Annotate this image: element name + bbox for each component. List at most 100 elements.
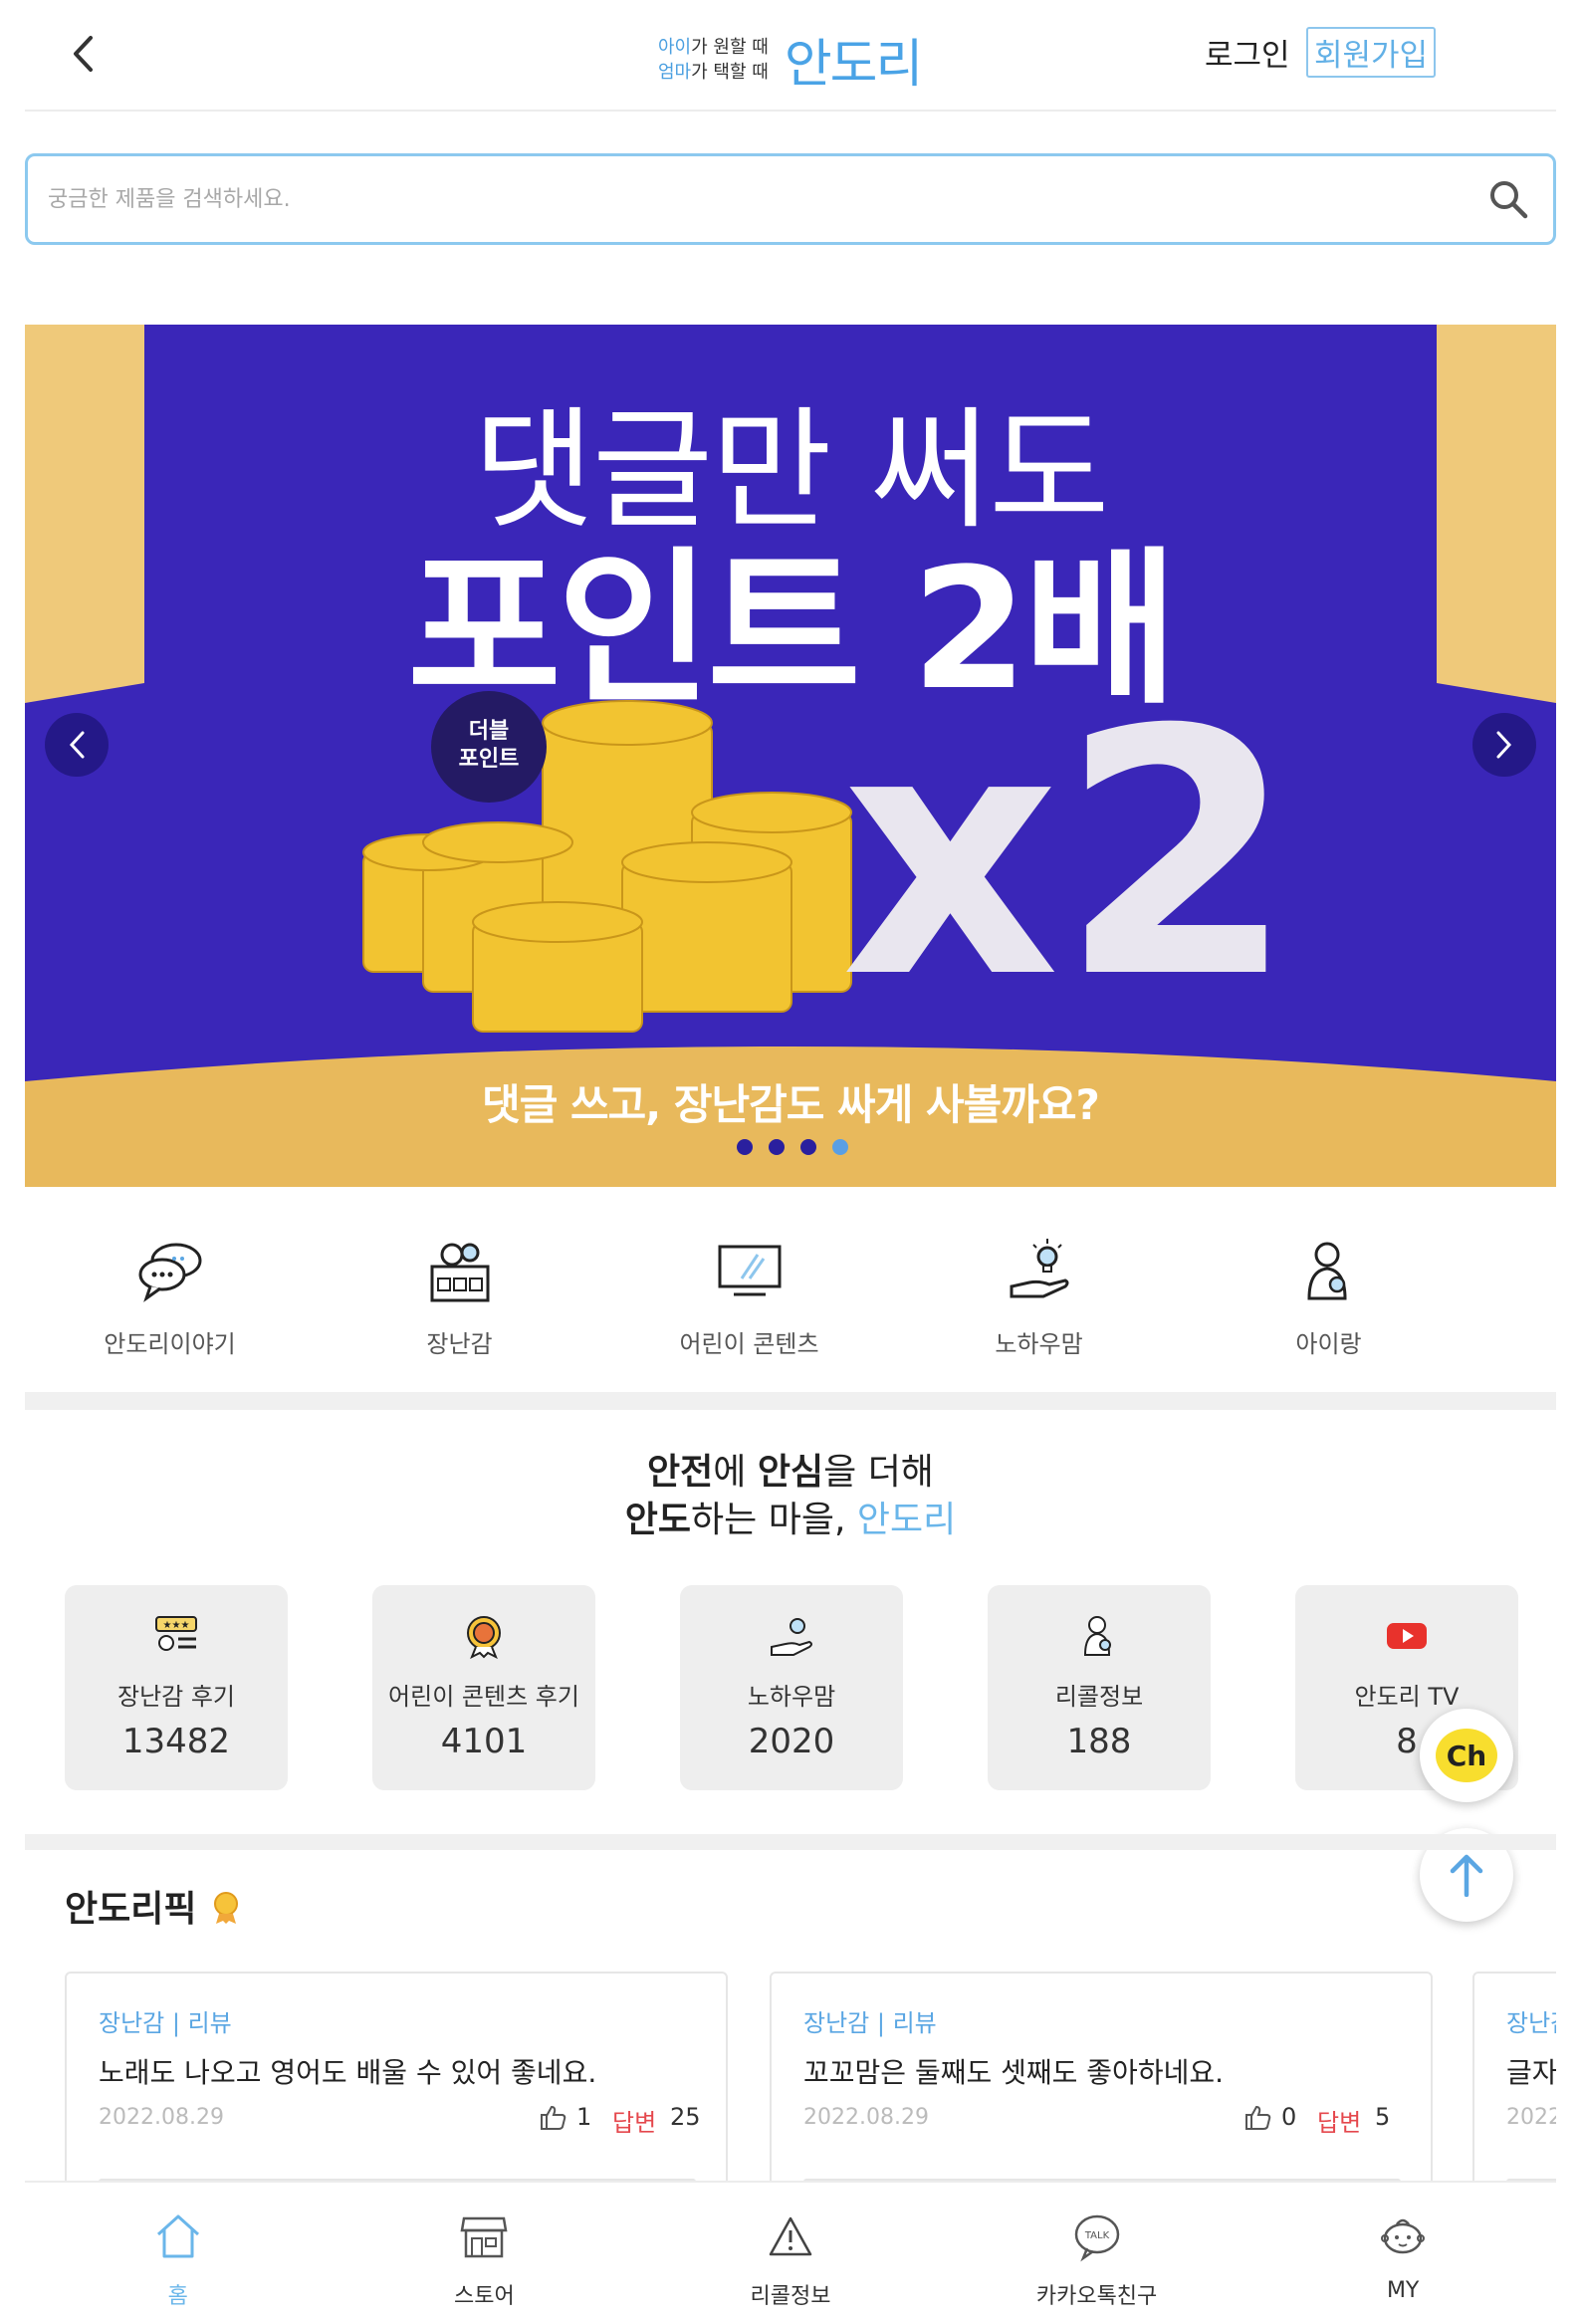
picks-title-text: 안도리픽	[65, 1889, 197, 1930]
login-link[interactable]: 로그인	[1205, 30, 1290, 75]
arrow-up-icon	[1450, 1854, 1483, 1897]
store-icon	[460, 2216, 508, 2258]
tagline-accent: 안도리	[856, 1500, 957, 1540]
tagline-bold: 안심	[757, 1452, 824, 1493]
bottom-navigation: 홈 스토어 리콜정보 TALK 카카오톡친구 MY	[25, 2181, 1556, 2324]
nav-kakao-friend[interactable]: TALK 카카오톡친구	[944, 2183, 1250, 2324]
back-button[interactable]	[63, 30, 103, 78]
quick-menu-andori-story[interactable]: 안도리이야기	[25, 1235, 315, 1364]
kakao-channel-button[interactable]: Ch	[1420, 1709, 1513, 1802]
search-bar	[25, 153, 1556, 245]
nav-label: 리콜정보	[750, 2284, 831, 2309]
banner-badge-line: 포인트	[458, 747, 520, 772]
section-divider	[25, 1392, 1556, 1410]
chat-bubbles-icon	[138, 1243, 201, 1302]
pagination-dot[interactable]	[800, 1139, 816, 1155]
signup-button[interactable]: 회원가입	[1306, 27, 1437, 78]
award-icon	[214, 1892, 239, 1924]
logo-tagline: 아이가 원할 때 엄마가 택할 때	[658, 35, 769, 85]
nav-my[interactable]: MY	[1249, 2183, 1556, 2324]
nav-label: 스토어	[454, 2284, 515, 2309]
toy-box-icon	[430, 1243, 489, 1302]
logo-tag-text: 가 원할 때	[691, 36, 769, 58]
tagline-text: 을 더해	[823, 1452, 934, 1493]
stat-label: 노하우맘	[747, 1683, 836, 1711]
tagline-bold: 안전	[647, 1452, 714, 1493]
review-stars-icon: ★★★	[155, 1616, 197, 1651]
home-icon	[156, 2214, 199, 2258]
nav-label: MY	[1386, 2278, 1420, 2303]
quick-menu-toys[interactable]: 장난감	[315, 1235, 604, 1364]
quick-menu-with-kids[interactable]: 아이랑	[1184, 1235, 1473, 1364]
card-like-count: 1	[576, 2103, 592, 2131]
pick-card[interactable]: 장난감 | 리뷰 꼬꼬맘은 둘째도 셋째도 좋아하네요. 2022.08.29 …	[770, 1972, 1433, 2181]
card-reply-label: 답변	[1317, 2109, 1362, 2137]
card-title: 노래도 나오고 영어도 배울 수 있어 좋네요.	[99, 2056, 597, 2089]
banner-prev-button[interactable]	[45, 713, 109, 777]
quick-menu: 안도리이야기 장난감 어린이 콘텐츠 노하우맘 아이랑	[25, 1235, 1556, 1364]
card-category: 장난감 | 리뷰	[803, 2009, 937, 2037]
logo-tag-accent: 아이	[658, 36, 692, 58]
quick-menu-label: 장난감	[426, 1330, 493, 1358]
picks-section-title: 안도리픽	[65, 1880, 246, 1932]
logo-tag-accent: 엄마	[658, 61, 692, 83]
thumbs-up-icon	[541, 2105, 566, 2130]
card-title: 꼬꼬맘은 둘째도 셋째도 좋아하네요.	[803, 2056, 1225, 2089]
card-date: 2022	[1506, 2105, 1556, 2130]
promo-banner[interactable]: x2 댓글만 써도 포인트 2배 더블 포인트 댓글 쓰고, 장난감도 싸게 사…	[25, 325, 1556, 1187]
stat-count: 188	[1066, 1722, 1132, 1761]
banner-next-button[interactable]	[1472, 713, 1536, 777]
banner-badge: 더블 포인트	[431, 691, 547, 803]
pick-card[interactable]: 장난감 글자 2022	[1472, 1972, 1556, 2181]
nav-home[interactable]: 홈	[25, 2183, 332, 2324]
quick-menu-label: 어린이 콘텐츠	[679, 1330, 819, 1358]
stat-knowhow-mom[interactable]: 노하우맘 2020	[680, 1585, 903, 1790]
card-category: 장난감	[1506, 2009, 1556, 2037]
quick-menu-label: 노하우맘	[995, 1330, 1083, 1358]
card-date: 2022.08.29	[803, 2105, 929, 2130]
thumbs-up-icon	[1245, 2105, 1271, 2130]
section-divider	[25, 1834, 1556, 1850]
nav-store[interactable]: 스토어	[332, 2183, 638, 2324]
nav-label: 홈	[167, 2284, 188, 2309]
pick-card[interactable]: 장난감 | 리뷰 노래도 나오고 영어도 배울 수 있어 좋네요. 2022.0…	[65, 1972, 728, 2181]
hand-lightbulb-icon	[771, 1618, 812, 1656]
svg-text:★★★: ★★★	[163, 1620, 190, 1631]
chevron-right-icon	[1496, 731, 1512, 759]
card-reply-count: 5	[1375, 2103, 1391, 2131]
tagline-bold: 안도	[624, 1500, 692, 1540]
banner-headline-2: 포인트 2배	[407, 532, 1178, 727]
card-likes[interactable]: 0	[1243, 2103, 1296, 2131]
nav-recall-info[interactable]: 리콜정보	[637, 2183, 944, 2324]
stat-toy-reviews[interactable]: ★★★ 장난감 후기 13482	[65, 1585, 288, 1790]
stat-recall-info[interactable]: 리콜정보 188	[988, 1585, 1211, 1790]
mother-baby-icon	[1083, 1616, 1111, 1656]
stat-label: 장난감 후기	[116, 1683, 236, 1711]
stat-label: 어린이 콘텐츠 후기	[388, 1683, 579, 1711]
search-input[interactable]	[48, 156, 1442, 242]
stat-count: 2020	[748, 1722, 835, 1761]
pagination-dot[interactable]	[769, 1139, 785, 1155]
stat-label: 안도리 TV	[1354, 1683, 1460, 1711]
stat-content-reviews[interactable]: 어린이 콘텐츠 후기 4101	[372, 1585, 595, 1790]
quick-menu-label: 아이랑	[1295, 1330, 1362, 1358]
svg-text:TALK: TALK	[1083, 2230, 1109, 2241]
quick-menu-kids-content[interactable]: 어린이 콘텐츠	[604, 1235, 894, 1364]
quick-menu-knowhow-mom[interactable]: 노하우맘	[894, 1235, 1184, 1364]
card-date: 2022.08.29	[99, 2105, 224, 2130]
pagination-dot[interactable]	[737, 1139, 753, 1155]
stat-label: 리콜정보	[1054, 1683, 1144, 1711]
card-reply-label: 답변	[612, 2109, 657, 2137]
chevron-left-icon	[74, 36, 93, 72]
card-reply-count: 25	[670, 2103, 701, 2131]
stat-count: 4101	[440, 1722, 528, 1761]
banner-caption: 댓글 쓰고, 장난감도 싸게 사볼까요?	[482, 1080, 1100, 1129]
logo-tag-text: 가 택할 때	[691, 61, 769, 83]
pagination-dot-active[interactable]	[832, 1139, 848, 1155]
warning-icon	[769, 2216, 812, 2256]
card-likes[interactable]: 1	[539, 2103, 591, 2131]
hand-lightbulb-icon	[1010, 1239, 1068, 1298]
app-logo[interactable]: 아이가 원할 때 엄마가 택할 때 안도리	[658, 22, 923, 97]
search-icon[interactable]	[1487, 178, 1529, 220]
top-header: 아이가 원할 때 엄마가 택할 때 안도리 로그인 회원가입	[25, 0, 1556, 112]
